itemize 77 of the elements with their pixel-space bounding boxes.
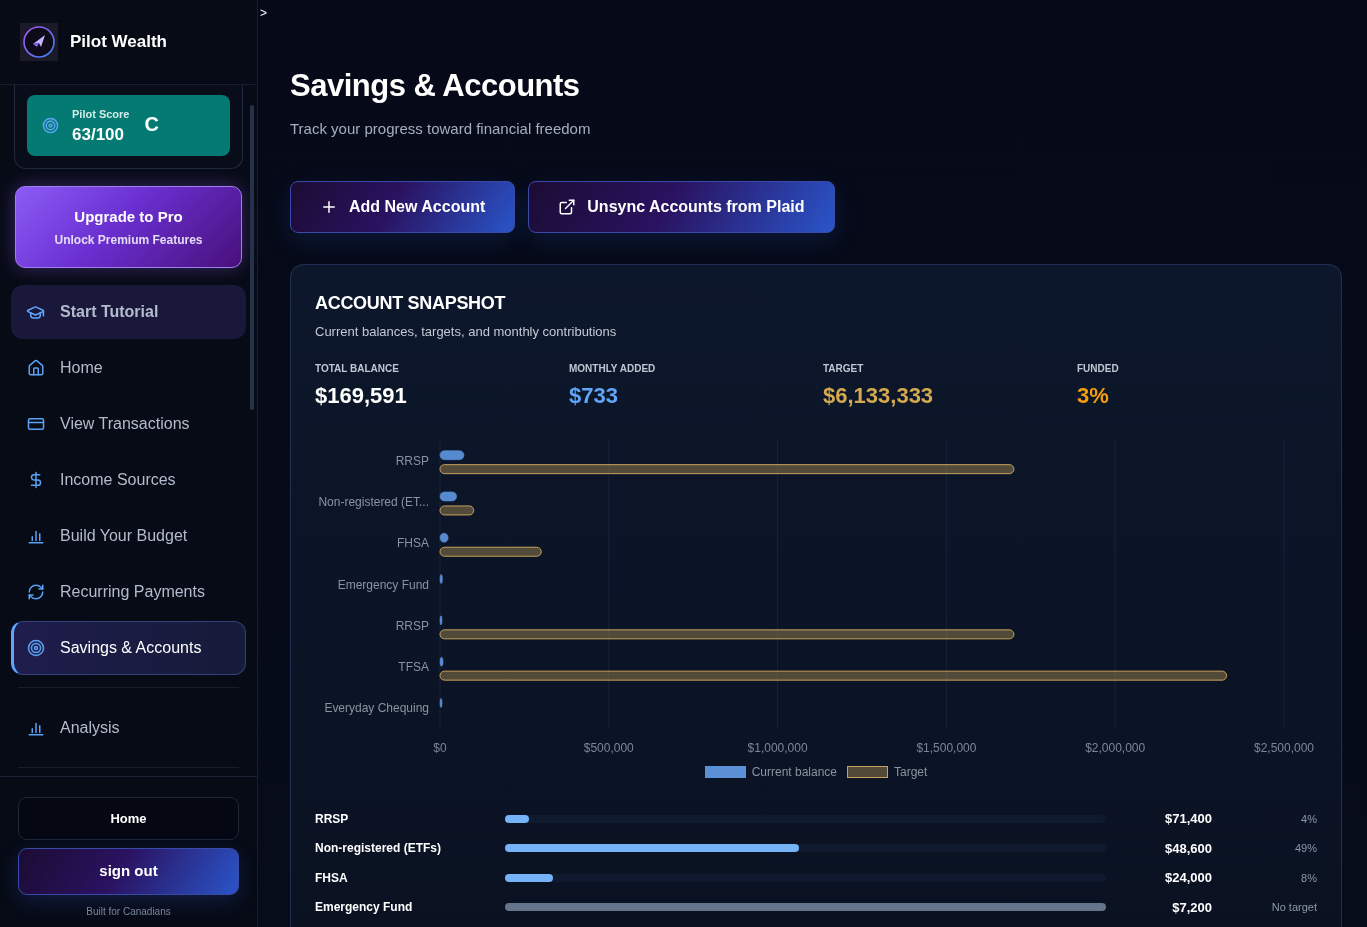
axis-label: $2,500,000 xyxy=(1254,741,1314,756)
card-title: ACCOUNT SNAPSHOT xyxy=(315,292,507,314)
sign-out-button[interactable]: sign out xyxy=(18,848,239,895)
axis-label: $0 xyxy=(433,741,447,756)
target-icon xyxy=(27,639,45,657)
account-percent: No target xyxy=(1270,900,1317,916)
account-percent: 49% xyxy=(1293,841,1317,857)
account-name: FHSA xyxy=(315,869,349,887)
axis-label: $1,000,000 xyxy=(747,741,808,756)
nav-item[interactable]: Savings & Accounts xyxy=(11,621,246,675)
card-icon xyxy=(27,415,45,433)
score-grade: C xyxy=(144,111,159,137)
bar xyxy=(439,532,449,543)
stat-value: $6,133,333 xyxy=(823,382,935,410)
page-title: Savings & Accounts xyxy=(290,68,581,104)
axis-label: RRSP xyxy=(395,618,429,633)
account-amount: $71,400 xyxy=(1164,810,1212,829)
bar xyxy=(439,574,443,584)
legend-label: Current balance xyxy=(751,765,837,780)
nav-item[interactable]: Analysis xyxy=(11,701,246,755)
account-name: Non-registered (ETFs) xyxy=(315,840,442,858)
legend-swatch-icon xyxy=(704,766,746,779)
nav-item[interactable]: View Transactions xyxy=(11,397,246,451)
axis-label: Non-registered (ET... xyxy=(318,494,429,509)
axis-label: $500,000 xyxy=(583,741,634,756)
axis-label: $2,000,000 xyxy=(1085,741,1146,756)
home-icon xyxy=(27,359,45,377)
account-amount: $7,200 xyxy=(1171,898,1212,917)
account-name: Emergency Fund xyxy=(315,899,414,917)
nav-item[interactable]: Home xyxy=(11,341,246,395)
legend-swatch-icon xyxy=(847,766,888,779)
corner-marker: > xyxy=(260,6,267,20)
axis-label: $1,500,000 xyxy=(916,741,977,756)
home-button[interactable]: Home xyxy=(18,797,239,840)
score-value: 63/100 xyxy=(72,124,125,145)
stat-value: $169,591 xyxy=(315,382,408,410)
stat-label: TOTAL BALANCE xyxy=(315,362,400,376)
nav-item[interactable]: Income Sources xyxy=(11,453,246,507)
stat-label: MONTHLY ADDED xyxy=(569,362,657,376)
axis-label: TFSA xyxy=(398,660,429,675)
logo-icon xyxy=(20,23,58,61)
nav-item[interactable]: Recurring Payments xyxy=(11,565,246,619)
upgrade-button[interactable]: Upgrade to Pro Unlock Premium Features xyxy=(15,186,242,268)
stat-label: TARGET xyxy=(823,362,865,376)
score-label: Pilot Score xyxy=(72,106,130,121)
account-percent: 4% xyxy=(1300,811,1317,827)
account-percent: 8% xyxy=(1300,870,1317,886)
axis-label: FHSA xyxy=(397,536,429,551)
scrollbar-thumb[interactable] xyxy=(250,105,254,410)
bar xyxy=(439,450,465,460)
bar xyxy=(439,656,444,667)
action-button[interactable]: Add New Account xyxy=(290,181,516,233)
account-name: RRSP xyxy=(315,810,350,828)
account-amount: $48,600 xyxy=(1164,839,1212,858)
stat-value: $733 xyxy=(569,382,619,410)
bar xyxy=(439,491,457,502)
page-subtitle: Track your progress toward financial freedom xyxy=(290,119,592,139)
tutorial-button[interactable]: Start Tutorial xyxy=(11,285,246,339)
axis-label: Emergency Fund xyxy=(337,577,429,592)
account-amount: $24,000 xyxy=(1164,869,1212,888)
stat-value: 3% xyxy=(1077,382,1110,410)
legend-label: Target xyxy=(894,765,928,780)
plus-icon xyxy=(320,198,338,216)
target-icon xyxy=(42,117,59,134)
axis-label: RRSP xyxy=(395,453,429,468)
card-subtitle: Current balances, targets, and monthly contributions xyxy=(315,323,618,341)
external-link-icon xyxy=(558,198,577,216)
action-button[interactable]: Unsync Accounts from Plaid xyxy=(528,181,835,233)
bar xyxy=(439,505,475,516)
bar xyxy=(439,615,443,626)
refresh-icon xyxy=(27,583,45,601)
brand-name: Pilot Wealth xyxy=(70,31,167,54)
footer-note: Built for Canadians xyxy=(85,905,172,919)
nav-item[interactable]: Build Your Budget xyxy=(11,509,246,563)
stat-label: FUNDED xyxy=(1077,362,1120,376)
axis-label: Everyday Chequing xyxy=(324,701,429,716)
bar xyxy=(439,698,443,708)
